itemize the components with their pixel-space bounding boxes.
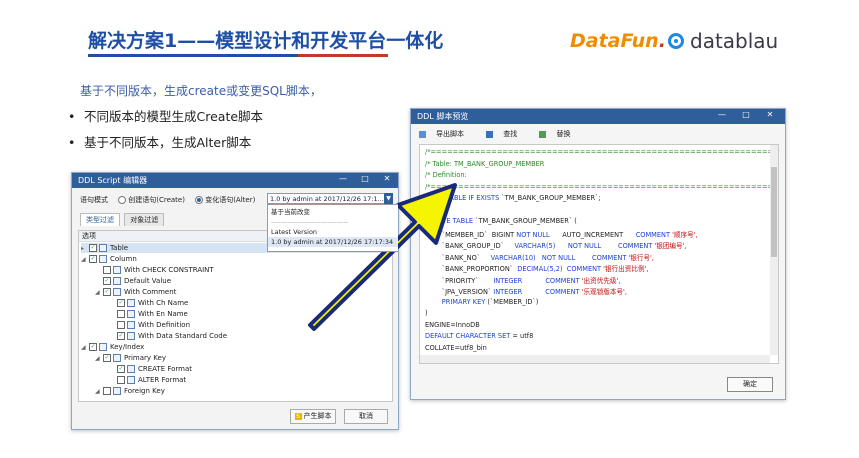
dropdown-item[interactable]: Latest Version [268,227,398,237]
version-dropdown: 基于当前改变 ---------------------------------… [267,204,398,252]
dropdown-item[interactable]: 基于当前改变 [268,205,398,217]
dropdown-separator: --------------------------------- [271,218,349,226]
dropdown-item-selected[interactable]: 1.0 by admin at 2017/12/26 17:17:34 [268,237,398,247]
yellow-arrow [308,183,457,331]
